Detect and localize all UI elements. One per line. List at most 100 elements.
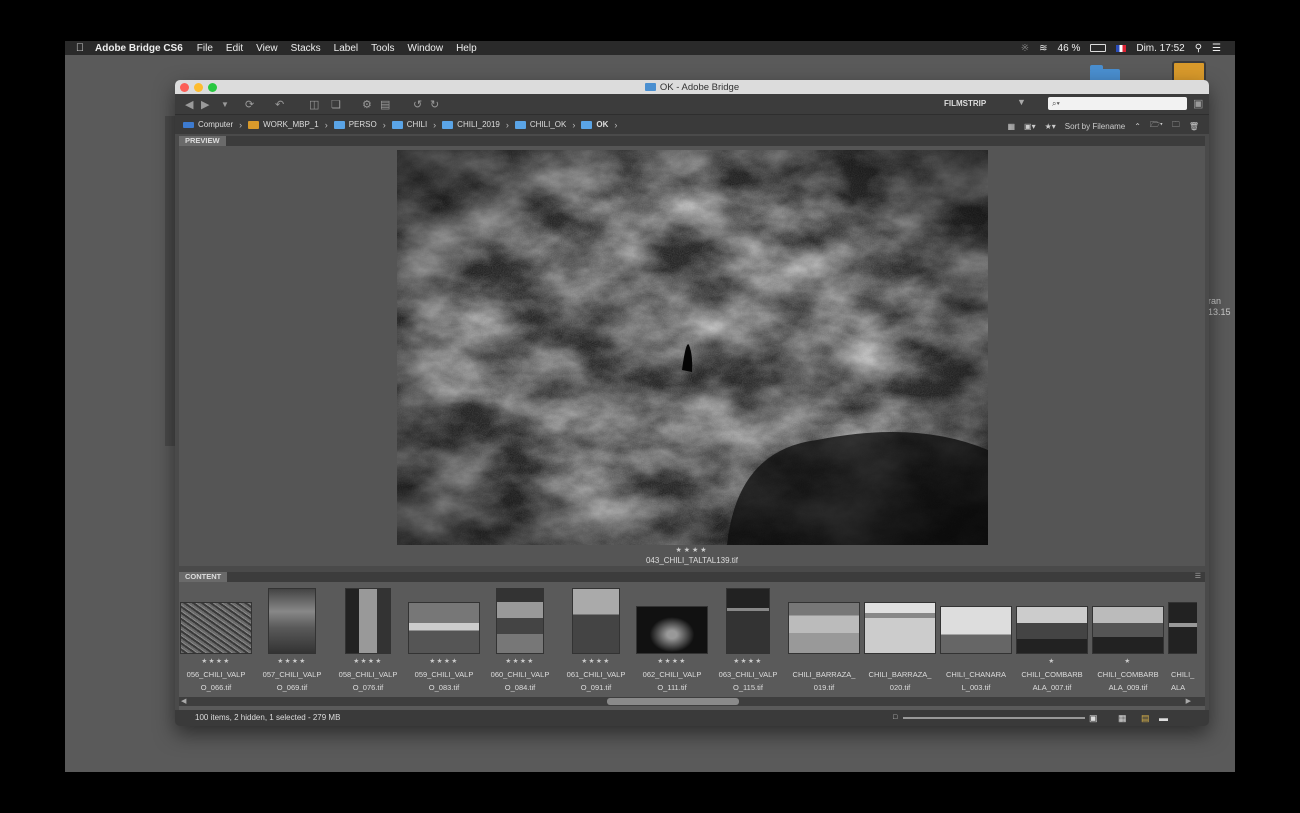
open-recent-icon[interactable]: 🗁▾	[1150, 119, 1163, 133]
sort-ascending-icon[interactable]: ⌃	[1134, 122, 1141, 131]
thumbnail-image[interactable]	[1168, 602, 1197, 654]
refine-icon[interactable]: ❏	[331, 98, 341, 111]
preview-rating[interactable]: ★★★★	[179, 546, 1205, 554]
spotlight-icon[interactable]: ⚲	[1195, 43, 1202, 54]
flag-icon[interactable]	[1116, 44, 1127, 52]
star-filter-icon[interactable]: ★▾	[1045, 122, 1056, 131]
rating-stars[interactable]: ★★★★	[483, 657, 557, 665]
menu-stacks[interactable]: Stacks	[291, 43, 321, 54]
breadcrumb-item[interactable]: CHILI_2019 ›	[442, 120, 509, 130]
scroll-left-icon[interactable]: ◀	[181, 697, 186, 705]
breadcrumb-item[interactable]: CHILI_OK ›	[514, 120, 575, 130]
rating-stars[interactable]: ★★★★	[635, 657, 709, 665]
details-view-icon[interactable]: ▤	[1141, 710, 1150, 726]
thumbnail-item[interactable]: CHILI_CHANARA L_003.tif	[939, 584, 1013, 696]
minimize-button[interactable]	[194, 83, 203, 92]
chevron-right-icon[interactable]: ›	[433, 120, 436, 130]
chevron-right-icon[interactable]: ›	[383, 120, 386, 130]
rating-stars[interactable]: ★	[1015, 657, 1089, 665]
thumbnail-item[interactable]: ★★★★ 060_CHILI_VALP O_084.tif	[483, 584, 557, 696]
tab-content[interactable]: CONTENT	[179, 572, 228, 582]
rating-stars[interactable]: ★★★★	[559, 657, 633, 665]
list-view-icon[interactable]: ▬	[1159, 710, 1168, 726]
clock[interactable]: Dim. 17:52	[1136, 43, 1184, 54]
panel-menu-icon[interactable]: ☰	[1195, 572, 1201, 580]
menu-label[interactable]: Label	[334, 43, 358, 54]
battery-icon[interactable]	[1090, 44, 1107, 52]
breadcrumb-item[interactable]: PERSO ›	[333, 120, 386, 130]
rating-stars[interactable]: ★	[1091, 657, 1165, 665]
new-folder-icon[interactable]: 🗀	[1172, 119, 1180, 133]
chevron-down-icon[interactable]: ▼	[1017, 97, 1026, 107]
zoom-button[interactable]	[208, 83, 217, 92]
trash-icon[interactable]: 🗑	[1189, 122, 1199, 131]
chevron-right-icon[interactable]: ›	[506, 120, 509, 130]
chevron-right-icon[interactable]: ›	[572, 120, 575, 130]
rating-stars[interactable]: ★★★★	[407, 657, 481, 665]
thumbnail-large-icon[interactable]: ▣	[1089, 710, 1098, 726]
battery-percent[interactable]: 46 %	[1058, 43, 1081, 54]
rating-stars[interactable]: ★★★★	[255, 657, 329, 665]
thumbnail-image[interactable]	[1092, 606, 1164, 654]
menu-help[interactable]: Help	[456, 43, 477, 54]
rating-stars[interactable]: ★★★★	[179, 657, 253, 665]
thumbnail-small-icon[interactable]: □	[893, 710, 897, 726]
rotate-right-icon[interactable]: ↻	[430, 98, 439, 111]
thumbnail-image[interactable]	[572, 588, 620, 654]
thumbnail-size-slider[interactable]	[903, 717, 1085, 719]
thumbnail-image[interactable]	[864, 602, 936, 654]
chevron-right-icon[interactable]: ›	[325, 120, 328, 130]
notification-center-icon[interactable]: ☰	[1212, 43, 1221, 54]
menu-window[interactable]: Window	[408, 43, 444, 54]
thumbnail-item[interactable]: ★★★★ 063_CHILI_VALP O_115.tif	[711, 584, 785, 696]
back-icon[interactable]: ◀	[185, 98, 193, 111]
thumbnail-item[interactable]: CHILI_ ALA	[1167, 584, 1197, 696]
workspace-label[interactable]: FILMSTRIP	[944, 99, 986, 108]
breadcrumb-item[interactable]: WORK_MBP_1 ›	[248, 120, 328, 130]
thumbnail-image[interactable]	[726, 588, 770, 654]
thumbnail-item[interactable]: ★★★★ 062_CHILI_VALP O_111.tif	[635, 584, 709, 696]
history-dropdown-icon[interactable]: ▼	[221, 100, 229, 109]
rating-stars[interactable]: ★★★★	[331, 657, 405, 665]
thumbnail-image[interactable]	[940, 606, 1012, 654]
menu-edit[interactable]: Edit	[226, 43, 243, 54]
sort-label[interactable]: Sort by Filename	[1065, 122, 1125, 131]
bluetooth-icon[interactable]: ※	[1021, 43, 1029, 54]
breadcrumb-item[interactable]: Computer ›	[183, 120, 242, 130]
close-button[interactable]	[180, 83, 189, 92]
app-menu[interactable]: Adobe Bridge CS6	[95, 43, 183, 54]
window-titlebar[interactable]: OK - Adobe Bridge	[175, 80, 1209, 94]
thumbnail-item[interactable]: CHILI_BARRAZA_ 020.tif	[863, 584, 937, 696]
thumbnail-image[interactable]	[268, 588, 316, 654]
thumbnail-item[interactable]: ★★★★ 058_CHILI_VALP O_076.tif	[331, 584, 405, 696]
rotate-icon[interactable]: ↶	[275, 98, 284, 111]
thumbnail-image[interactable]	[180, 602, 252, 654]
thumbnail-image[interactable]	[788, 602, 860, 654]
thumbnail-image[interactable]	[345, 588, 391, 654]
thumbnail-item[interactable]: ★★★★ 056_CHILI_VALP O_066.tif	[179, 584, 253, 696]
view-mode-icon[interactable]: ▣▾	[1024, 122, 1036, 131]
rating-stars[interactable]: ★★★★	[711, 657, 785, 665]
horizontal-scrollbar[interactable]: ◀ ▶	[179, 697, 1205, 706]
apple-icon[interactable]: 	[65, 42, 95, 54]
thumbnail-item[interactable]: CHILI_BARRAZA_ 019.tif	[787, 584, 861, 696]
chevron-right-icon[interactable]: ›	[614, 120, 617, 130]
preview-image[interactable]	[397, 150, 988, 545]
scrollbar-thumb[interactable]	[607, 698, 739, 705]
thumbnail-item[interactable]: ★★★★ 057_CHILI_VALP O_069.tif	[255, 584, 329, 696]
thumbnail-image[interactable]	[1016, 606, 1088, 654]
thumbnail-item[interactable]: ★★★★ 059_CHILI_VALP O_083.tif	[407, 584, 481, 696]
search-input[interactable]: ⌕▾	[1048, 97, 1187, 110]
scroll-right-icon[interactable]: ▶	[1186, 697, 1191, 705]
menu-tools[interactable]: Tools	[371, 43, 394, 54]
thumbnail-item[interactable]: ★★★★ 061_CHILI_VALP O_091.tif	[559, 584, 633, 696]
compact-mode-icon[interactable]: ▣	[1193, 97, 1203, 110]
quality-icon[interactable]: ▦	[1007, 122, 1015, 131]
thumbnail-image[interactable]	[636, 606, 708, 654]
rotate-left-icon[interactable]: ↺	[413, 98, 422, 111]
menu-view[interactable]: View	[256, 43, 278, 54]
output-icon[interactable]: ▤	[380, 98, 390, 111]
thumbnail-image[interactable]	[496, 588, 544, 654]
boomerang-icon[interactable]: ⟳	[245, 98, 254, 111]
thumbnail-item[interactable]: ★ CHILI_COMBARB ALA_007.tif	[1015, 584, 1089, 696]
